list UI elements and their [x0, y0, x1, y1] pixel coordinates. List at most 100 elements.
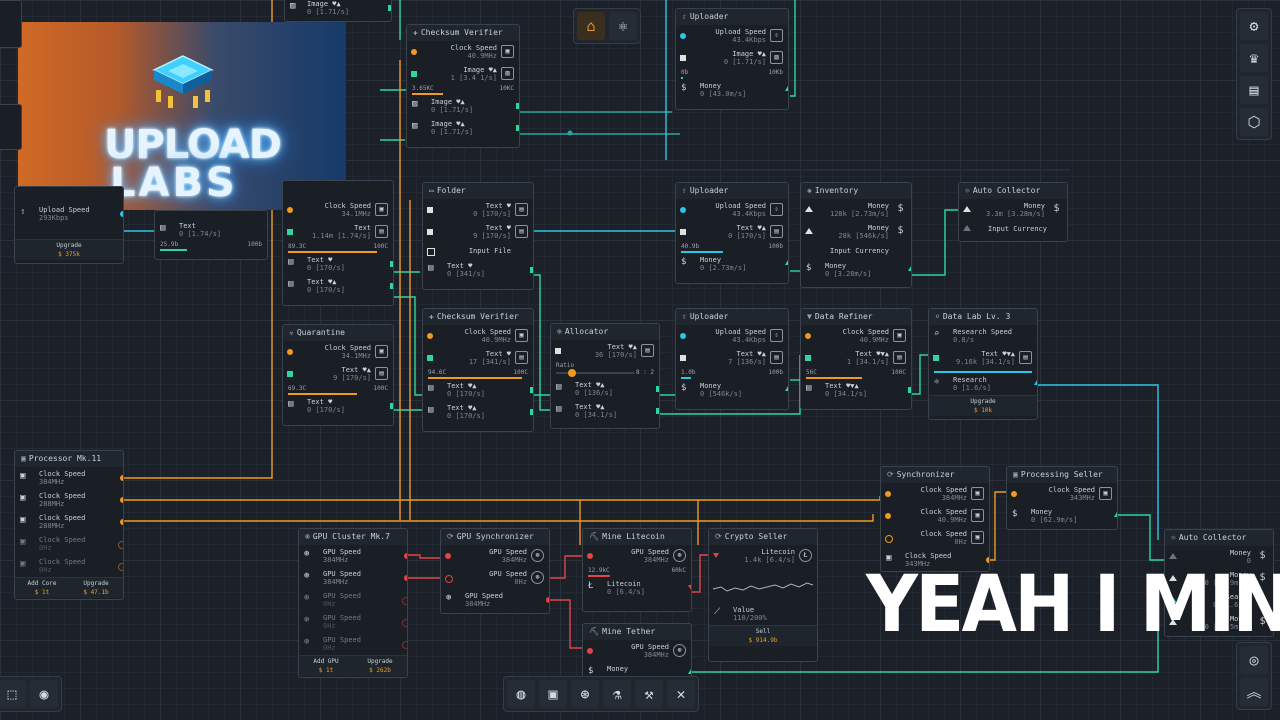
output-port[interactable] [120, 211, 123, 217]
money-output-port[interactable] [688, 669, 691, 674]
output-port[interactable] [530, 409, 533, 415]
gpu-input-port[interactable] [445, 553, 451, 559]
output-port[interactable] [388, 5, 391, 11]
node-uploader-2[interactable]: ⇧ Uploader Upload Speed 43.4Kbps ⇧ Text ♥▲ 0… [675, 182, 789, 284]
node-uploader-3[interactable]: ⇧ Uploader Upload Speed 43.4Kbps ⇧ Text ♥▲ 7… [675, 308, 789, 410]
clock-output-port[interactable] [118, 541, 123, 549]
clock-input-port[interactable] [287, 207, 293, 213]
gpu-output-port[interactable] [402, 641, 407, 649]
input-port-empty[interactable] [427, 248, 435, 256]
output-port[interactable] [530, 387, 533, 393]
node-synchronizer[interactable]: ⟳ Synchronizer Clock Speed 384MHz ▣ Clock S… [880, 466, 990, 572]
node-left-uploader[interactable]: ⇧ Upload Speed 293Kbps Upgrade $ 375k [14, 186, 124, 264]
output-port[interactable] [390, 403, 393, 409]
output-port[interactable] [656, 386, 659, 392]
money-input-port[interactable] [805, 228, 813, 234]
money-output-port[interactable] [908, 266, 911, 271]
node-data-refiner[interactable]: ▼ Data Refiner Clock Speed 40.9MHz ▣ Text ♥… [800, 308, 912, 410]
node-quarantine[interactable]: ☣ Quarantine Clock Speed 34.1MHz ▣ Text ♥▲ 9… [282, 324, 394, 426]
gpu-input-port[interactable] [445, 575, 453, 583]
utilities-button[interactable]: ✕ [667, 680, 695, 708]
clock-output-port[interactable] [120, 519, 123, 525]
box-select-button[interactable]: ⬚ [0, 680, 26, 708]
input-port[interactable] [680, 55, 686, 61]
node-processing-seller[interactable]: ▣ Processing Seller Clock Speed 343MHz ▣ $ M… [1006, 466, 1118, 530]
clock-input-port[interactable] [885, 491, 891, 497]
node-uploader-1[interactable]: ⇧ Uploader Upload Speed 43.4Kbps ⇧ Image ♥▲… [675, 8, 789, 110]
money-output-port[interactable] [785, 86, 788, 91]
clock-input-port[interactable] [427, 333, 433, 339]
gpu-button[interactable]: ⊛ [571, 680, 599, 708]
center-view-button[interactable]: ◉ [30, 680, 58, 708]
node-checksum-verifier-2[interactable]: ✚ Checksum Verifier Clock Speed 40.9MHz ▣ T… [422, 308, 534, 432]
guide-button[interactable]: ▤ [1240, 76, 1268, 104]
add-core-button[interactable]: Add Core $ 1t [15, 578, 69, 598]
clock-input-port[interactable] [805, 333, 811, 339]
sell-button[interactable]: Sell $ 914.9b [709, 626, 817, 646]
upgrades-button[interactable]: ︽ [1240, 678, 1268, 706]
node-crypto-seller[interactable]: ⟳ Crypto Seller Litecoin 1.4k [6.4/s] Ł ⟋ Va… [708, 528, 818, 662]
money-input-port[interactable] [963, 206, 971, 212]
node-checksum-verifier-1[interactable]: ✚ Checksum Verifier Clock Speed 40.9MHz ▣ I… [406, 24, 520, 148]
money-output-port[interactable] [1114, 512, 1117, 517]
focus-button[interactable]: ◎ [1240, 646, 1268, 674]
settings-button[interactable]: ⚙ [1240, 12, 1268, 40]
clock-output-port[interactable] [120, 497, 123, 503]
clock-input-port[interactable] [287, 349, 293, 355]
upgrade-button[interactable]: Upgrade $ 47.1b [69, 578, 123, 598]
output-port[interactable] [908, 387, 911, 393]
input-port[interactable] [805, 355, 811, 361]
money-output-port[interactable] [785, 260, 788, 265]
upgrade-button[interactable]: Upgrade $ 375k [15, 240, 123, 260]
node-gpu-cluster[interactable]: ⊛ GPU Cluster Mk.7 ⊛ GPU Speed 384MHz ⊛ GPU … [298, 528, 408, 678]
input-port[interactable] [411, 71, 417, 77]
input-port[interactable] [680, 355, 686, 361]
node-folder[interactable]: ▭ Folder Text ♥ 0 [170/s] ▤ Text ♥ 9 [170/s]… [422, 182, 534, 290]
money-output-port[interactable] [785, 386, 788, 391]
gpu-output-port[interactable] [404, 575, 407, 581]
clock-input-port[interactable] [885, 535, 893, 543]
input-port[interactable] [287, 371, 293, 377]
gpu-output-port[interactable] [402, 597, 407, 605]
add-gpu-button[interactable]: Add GPU $ 1t [299, 656, 353, 676]
node-gpu-synchronizer[interactable]: ⟳ GPU Synchronizer GPU Speed 384MHz ⊛ GPU S… [440, 528, 550, 614]
clock-input-port[interactable] [411, 49, 417, 55]
node-inventory[interactable]: ◈ Inventory Money 128k [2.73m/s] $ Money 28k… [800, 182, 912, 288]
input-port[interactable] [555, 348, 561, 354]
money-input-port[interactable] [805, 206, 813, 212]
network-button[interactable]: ◍ [507, 680, 535, 708]
crypto-output-port[interactable] [688, 585, 691, 590]
money-input-port[interactable] [1169, 553, 1177, 559]
money-input-port-empty[interactable] [963, 225, 971, 231]
node-processor[interactable]: ▣ Processor Mk.11 ▣ Clock Speed 384MHz ▣ Clo… [14, 450, 124, 600]
input-port[interactable] [287, 229, 293, 235]
home-button[interactable]: ⌂ [577, 12, 605, 40]
tools-button[interactable]: ⚒ [635, 680, 663, 708]
output-port[interactable] [390, 283, 393, 289]
node-mine-litecoin[interactable]: ⛏ Mine Litecoin GPU Speed 384MHz ⊛ 12.9kC 60… [582, 528, 692, 612]
schematics-button[interactable]: ⬡ [1240, 108, 1268, 136]
clock-output-port[interactable] [120, 475, 123, 481]
research-output-port[interactable] [1034, 380, 1037, 385]
input-port[interactable] [427, 207, 433, 213]
node-quarantine-upper[interactable]: Clock Speed 34.1MHz ▣ Text 1.14m [1.74/s] ▤ … [282, 180, 394, 306]
input-port[interactable] [427, 355, 433, 361]
processor-button[interactable]: ▣ [539, 680, 567, 708]
output-port[interactable] [516, 125, 519, 131]
node-data-lab[interactable]: ⌕ Data Lab Lv. 3 ⌕ Research Speed 0.8/s Tex… [928, 308, 1038, 420]
node-top-partial[interactable]: ▨ Image ♥▲ 0 [1.71/s] [284, 0, 392, 22]
gpu-output-port[interactable] [546, 597, 549, 603]
crypto-input-port[interactable] [713, 553, 719, 558]
achievements-button[interactable]: ♛ [1240, 44, 1268, 72]
output-port[interactable] [390, 261, 393, 267]
gpu-input-port[interactable] [587, 648, 593, 654]
clock-output-port[interactable] [118, 563, 123, 571]
upgrade-button[interactable]: Upgrade $ 262b [353, 656, 407, 676]
node-allocator[interactable]: ⊕ Allocator Text ♥▲ 36 [170/s] ▤ Ratio 8 : 2… [550, 323, 660, 429]
input-port[interactable] [427, 229, 433, 235]
ratio-slider-handle[interactable] [568, 369, 576, 377]
clock-input-port[interactable] [1011, 491, 1017, 497]
input-port[interactable] [933, 355, 939, 361]
output-port[interactable] [530, 267, 533, 273]
lab-button[interactable]: ⚗ [603, 680, 631, 708]
